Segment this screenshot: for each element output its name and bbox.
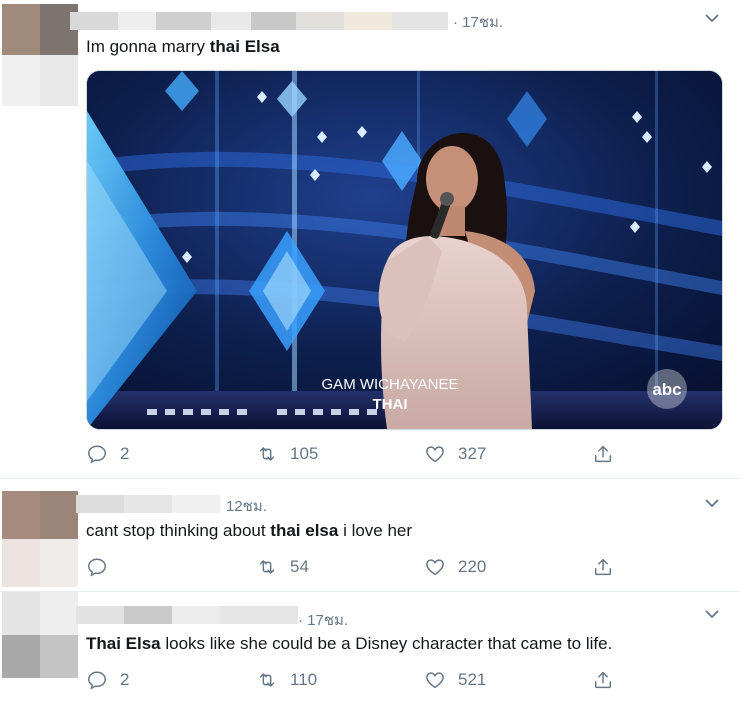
retweet-count: 110 <box>290 670 318 689</box>
reply-count: 2 <box>120 444 130 463</box>
author-name-censored[interactable] <box>76 495 220 513</box>
retweet-icon <box>259 673 275 687</box>
chevron-down-icon[interactable] <box>702 8 722 28</box>
reply-icon <box>88 671 106 690</box>
network-logo: abc <box>652 380 681 399</box>
tweet-text: Im gonna marry thai Elsa <box>86 37 280 56</box>
tweet-actions: 54 220 <box>86 555 626 579</box>
tweet-2[interactable]: 12ชม. cant stop thinking about thai elsa… <box>0 479 740 591</box>
video-caption-country: THAI <box>373 396 408 413</box>
like-button[interactable]: 327 <box>424 442 486 466</box>
chevron-down-icon[interactable] <box>702 493 722 513</box>
share-icon <box>594 445 612 463</box>
like-button[interactable]: 521 <box>424 668 486 692</box>
avatar[interactable] <box>2 4 78 106</box>
retweet-button[interactable]: 54 <box>256 555 309 579</box>
reply-icon <box>88 445 106 464</box>
reply-count: 2 <box>120 670 130 689</box>
tweet-text: cant stop thinking about thai elsa i lov… <box>86 521 413 540</box>
share-button[interactable] <box>592 668 626 692</box>
video-frame[interactable]: GAM WICHAYANEE THAI abc <box>87 71 722 429</box>
retweet-button[interactable]: 105 <box>256 442 318 466</box>
video-caption-name: GAM WICHAYANEE <box>322 376 459 393</box>
like-count: 327 <box>458 444 487 463</box>
heart-icon <box>426 672 444 689</box>
share-button[interactable] <box>592 442 626 466</box>
tweet-timestamp[interactable]: 12ชม. <box>226 494 267 518</box>
tweet-video[interactable]: GAM WICHAYANEE THAI abc <box>86 70 723 430</box>
tweet-3[interactable]: · 17ชม. Thai Elsa looks like she could b… <box>0 592 740 706</box>
like-button[interactable]: 220 <box>424 555 486 579</box>
tweet-timestamp[interactable]: · 17ชม. <box>298 608 348 632</box>
tweet-1[interactable]: · 17ชม. Im gonna marry thai Elsa GAM WIC… <box>0 0 740 478</box>
avatar[interactable] <box>2 592 78 678</box>
hashtag-highlight: Thai Elsa <box>86 634 161 653</box>
reply-button[interactable] <box>86 555 120 579</box>
tweet-text: Thai Elsa looks like she could be a Disn… <box>86 634 613 653</box>
hashtag-highlight: thai elsa <box>270 521 339 540</box>
share-icon <box>594 558 612 576</box>
retweet-icon <box>259 447 275 461</box>
retweet-count: 54 <box>290 557 309 576</box>
tweet-actions: 2 110 521 <box>86 668 626 692</box>
retweet-icon <box>259 560 275 574</box>
heart-icon <box>426 559 444 576</box>
tweet-timestamp[interactable]: · 17ชม. <box>453 10 503 34</box>
share-button[interactable] <box>592 555 626 579</box>
retweet-count: 105 <box>290 444 319 463</box>
avatar[interactable] <box>2 491 78 587</box>
author-name-censored[interactable] <box>76 606 298 624</box>
heart-icon <box>426 446 444 463</box>
reply-icon <box>88 558 106 577</box>
chevron-down-icon[interactable] <box>702 604 722 624</box>
author-name-censored[interactable] <box>70 12 448 30</box>
reply-button[interactable]: 2 <box>86 442 129 466</box>
like-count: 521 <box>458 670 487 689</box>
tweet-actions: 2 105 327 <box>86 442 626 466</box>
hashtag-highlight: thai Elsa <box>209 37 280 56</box>
like-count: 220 <box>458 557 487 576</box>
share-icon <box>594 671 612 689</box>
reply-button[interactable]: 2 <box>86 668 129 692</box>
retweet-button[interactable]: 110 <box>256 668 317 692</box>
